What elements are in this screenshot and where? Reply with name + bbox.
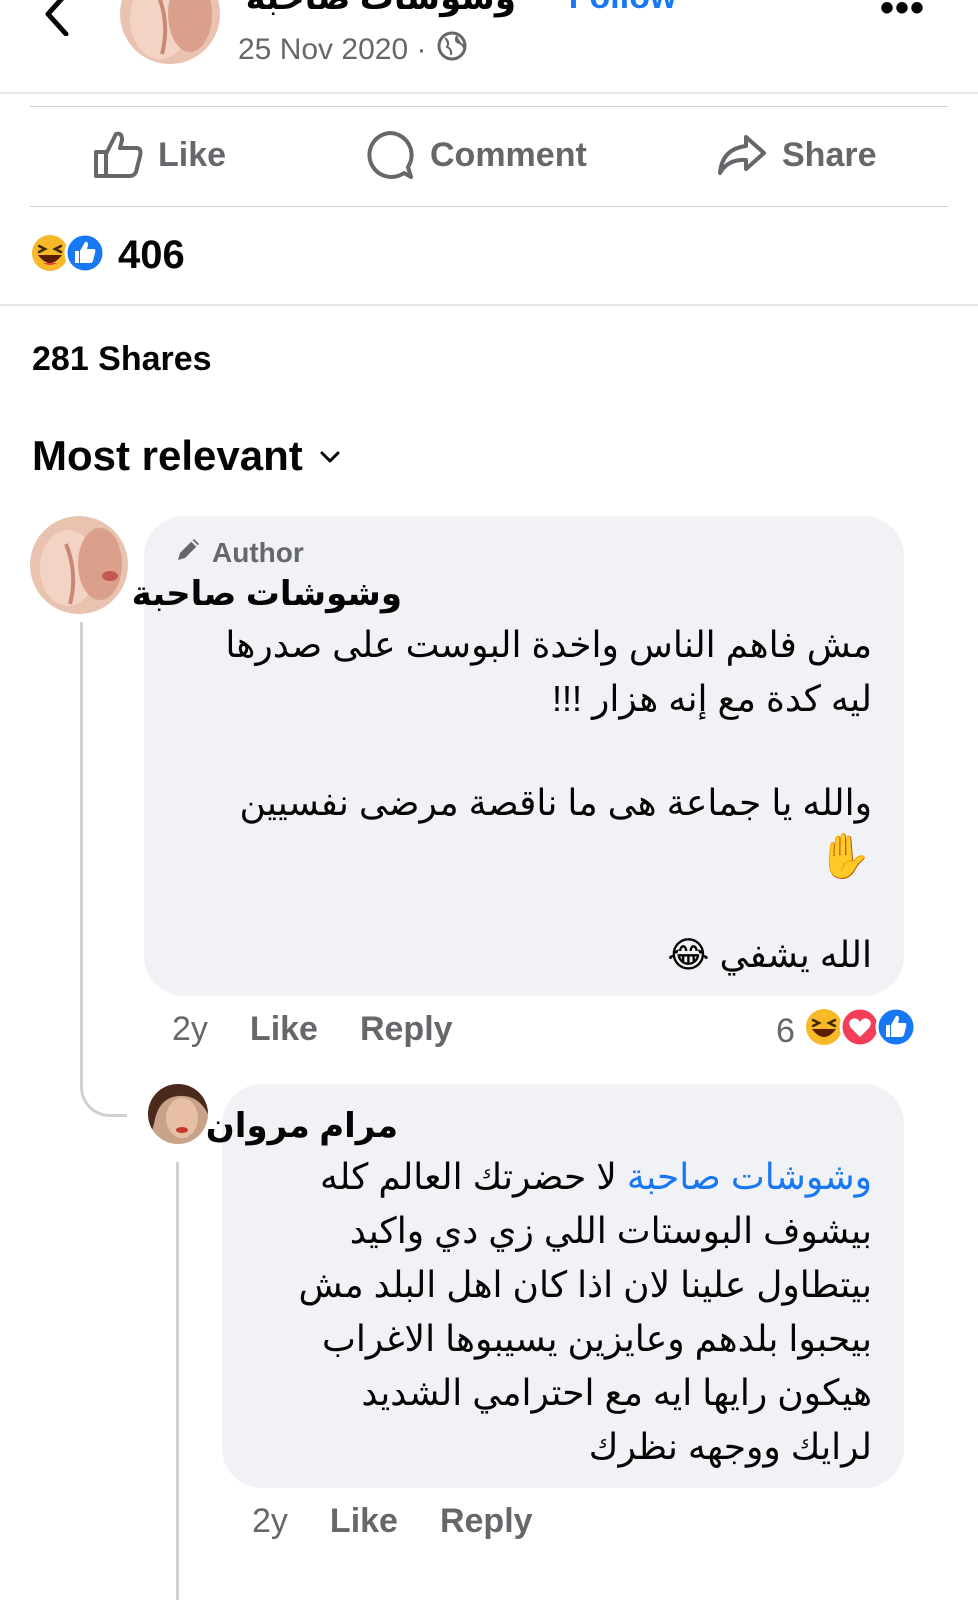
- commenter-avatar[interactable]: [30, 516, 128, 614]
- like-reaction-icon: [875, 1006, 917, 1057]
- header-divider: [0, 92, 978, 94]
- share-arrow-icon: [716, 133, 768, 177]
- back-arrow-icon[interactable]: [40, 0, 80, 37]
- follow-link[interactable]: · Follow: [548, 0, 676, 17]
- shares-count[interactable]: 281 Shares: [32, 340, 212, 379]
- reply-text-segment: لا حضرتك العالم كله: [320, 1156, 617, 1197]
- reactions-summary[interactable]: 406: [30, 232, 185, 279]
- reply-text-line: لرايك ووجهه نظرك: [588, 1426, 872, 1467]
- reply-text-line: بيتطاول علينا لان اذا كان اهل البلد مش: [298, 1264, 872, 1305]
- like-reaction-icon: [64, 232, 106, 279]
- comment-text-line: الله يشفي 😂: [667, 934, 872, 975]
- sort-label: Most relevant: [32, 432, 303, 479]
- share-button[interactable]: Share: [716, 126, 877, 184]
- reply-like-button[interactable]: Like: [330, 1502, 398, 1541]
- comment-reply-button[interactable]: Reply: [360, 1010, 453, 1049]
- reply-reply-button[interactable]: Reply: [440, 1502, 533, 1541]
- reply-text-line: بيشوف البوستات اللي زي دي واكيد: [349, 1210, 872, 1251]
- globe-icon: [436, 30, 468, 70]
- comment-like-button[interactable]: Like: [250, 1010, 318, 1049]
- action-bar-bottom-divider: [30, 206, 948, 207]
- comment-text-line: والله يا جماعة هى ما ناقصة مرضى نفسيين: [239, 782, 872, 823]
- pen-icon: [174, 534, 204, 571]
- thumbs-up-icon: [92, 130, 144, 180]
- reply-text-line: بيحبوا بلدهم وعايزين يسيبوها الاغراب: [321, 1318, 872, 1359]
- share-label: Share: [782, 135, 877, 174]
- reply-text-line: وشوشات صاحبة لا حضرتك العالم كله: [320, 1150, 872, 1204]
- reply-author-name[interactable]: مرام مروان: [206, 1106, 398, 1146]
- raised-hand-emoji: ✋: [817, 832, 872, 881]
- post-date: 25 Nov 2020 ·: [238, 30, 468, 70]
- post-date-text: 25 Nov 2020 ·: [238, 33, 427, 66]
- comment-text-line: مش فاهم الناس واخدة البوست على صدرها: [225, 624, 872, 665]
- comment-text-line: ليه كدة مع إنه هزار !!!: [551, 678, 872, 719]
- page-name[interactable]: وشوشات صاحبة: [246, 0, 516, 18]
- comment-time: 2y: [172, 1010, 208, 1048]
- reply-time: 2y: [252, 1502, 288, 1540]
- commenter-name[interactable]: وشوشات صاحبة: [132, 574, 402, 614]
- comment-label: Comment: [430, 135, 587, 174]
- reply-thread-line: [176, 1162, 179, 1600]
- author-badge: Author: [174, 534, 304, 571]
- reply-meta: 2y Like Reply: [252, 1502, 533, 1541]
- thread-connector: [80, 1040, 127, 1117]
- reply-avatar[interactable]: [148, 1084, 208, 1144]
- author-badge-label: Author: [212, 536, 304, 568]
- comment-reaction-count: 6: [776, 1012, 795, 1050]
- comment-bubble-icon: [364, 129, 416, 181]
- comment-meta: 2y Like Reply: [172, 1010, 453, 1049]
- comment-button[interactable]: Comment: [364, 126, 587, 184]
- like-label: Like: [158, 135, 227, 174]
- comment-reactions[interactable]: 6: [776, 1006, 917, 1057]
- mention-link[interactable]: وشوشات صاحبة: [627, 1156, 872, 1197]
- page-avatar[interactable]: [120, 0, 220, 64]
- reply-text-line: هيكون رايها ايه مع احترامي الشديد: [361, 1372, 872, 1413]
- reactions-divider: [0, 304, 978, 306]
- like-button[interactable]: Like: [92, 126, 226, 184]
- thread-line: [80, 622, 83, 1042]
- reaction-count: 406: [118, 233, 185, 277]
- action-bar-top-divider: [30, 106, 948, 107]
- comment-sort-dropdown[interactable]: Most relevant: [32, 432, 343, 480]
- chevron-down-icon: [317, 432, 343, 480]
- more-options-icon[interactable]: •••: [880, 0, 925, 31]
